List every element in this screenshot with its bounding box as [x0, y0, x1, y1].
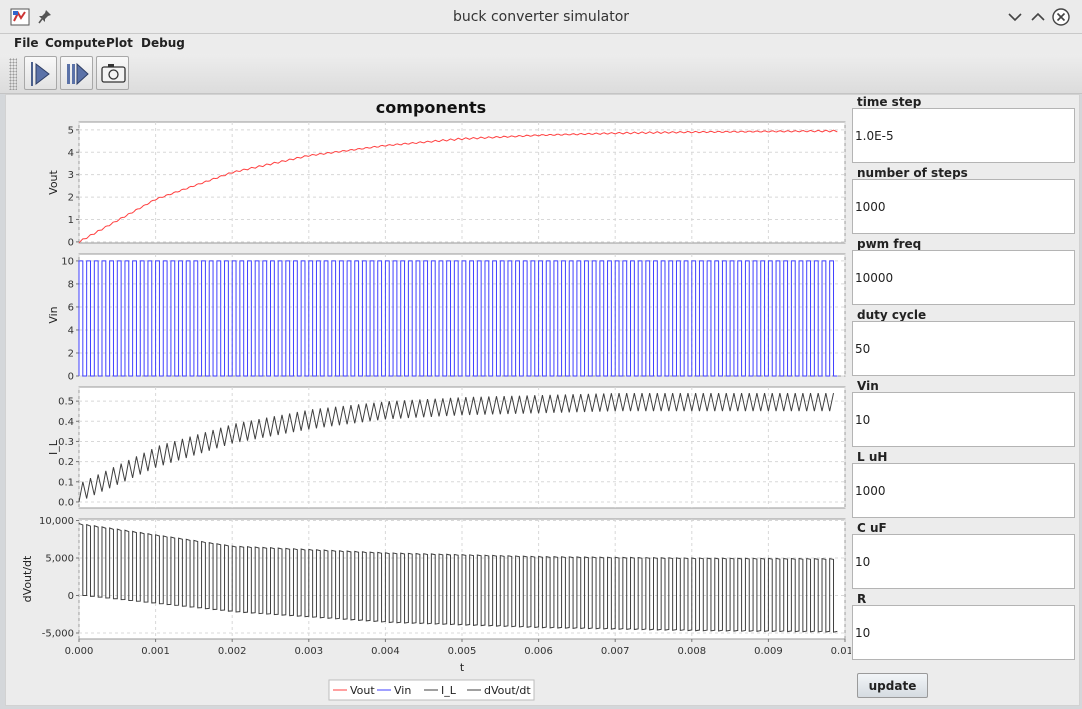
play-icon — [31, 62, 50, 86]
legend-label-3: dVout/dt — [484, 684, 531, 697]
y-tick-label: 0 — [68, 591, 74, 602]
param-label-6: C uF — [857, 521, 887, 535]
x-tick-label: 0.007 — [601, 646, 630, 657]
param-input-4[interactable] — [852, 392, 1075, 447]
step-button[interactable] — [60, 56, 93, 90]
param-input-7[interactable] — [852, 605, 1075, 660]
x-tick-label: 0.008 — [677, 646, 706, 657]
y-tick-label: 0.1 — [58, 477, 74, 488]
window-title: buck converter simulator — [452, 9, 630, 25]
y-tick-label: 10 — [61, 256, 74, 267]
y-axis-label: Vin — [47, 306, 60, 323]
x-tick-label: 0.009 — [754, 646, 783, 657]
menu-plot[interactable]: Plot — [106, 36, 133, 50]
toolbar — [0, 54, 1082, 94]
chart-title: components — [376, 98, 486, 117]
param-input-3[interactable] — [852, 321, 1075, 376]
y-tick-label: 0.4 — [58, 417, 74, 428]
y-axis-label: I_L — [47, 439, 60, 455]
y-tick-label: 6 — [68, 302, 74, 313]
y-tick-label: 0 — [68, 237, 74, 248]
x-tick-label: 0.001 — [141, 646, 170, 657]
param-label-1: number of steps — [857, 166, 968, 180]
minimize-icon[interactable] — [1006, 8, 1024, 26]
y-tick-label: 0.2 — [58, 457, 74, 468]
param-input-0[interactable] — [852, 108, 1075, 163]
chart-panel: components 0 1 2 3 4 5 Vout 0 2 4 6 8 10 Vin 0.0 0.1 0.2 0… — [6, 95, 851, 707]
param-label-3: duty cycle — [857, 308, 927, 322]
param-label-5: L uH — [857, 450, 888, 464]
menu-bar: File Compute Plot Debug — [0, 34, 1082, 54]
x-axis-label: t — [460, 661, 465, 674]
menu-file[interactable]: File — [14, 36, 39, 50]
param-input-5[interactable] — [852, 463, 1075, 518]
legend-label-2: I_L — [441, 684, 457, 697]
x-tick-label: 0.002 — [218, 646, 247, 657]
legend-label-0: Vout — [350, 684, 375, 697]
y-tick-label: 0.3 — [58, 437, 74, 448]
param-input-2[interactable] — [852, 250, 1075, 305]
step-forward-icon — [67, 62, 89, 86]
y-axis-label: Vout — [47, 169, 60, 194]
menu-debug[interactable]: Debug — [141, 36, 185, 50]
param-input-1[interactable] — [852, 179, 1075, 234]
menu-compute[interactable]: Compute — [45, 36, 106, 50]
y-tick-label: 8 — [68, 279, 74, 290]
x-tick-label: 0.006 — [524, 646, 553, 657]
param-label-7: R — [857, 592, 867, 606]
y-tick-label: -5,000 — [42, 629, 74, 640]
x-tick-label: 0.010 — [831, 646, 851, 657]
y-tick-label: 5,000 — [45, 554, 74, 565]
param-label-4: Vin — [857, 379, 879, 393]
toolbar-grip[interactable] — [9, 58, 17, 90]
x-tick-label: 0.000 — [65, 646, 94, 657]
close-icon[interactable] — [1052, 8, 1070, 26]
param-label-0: time step — [857, 95, 922, 109]
snapshot-button[interactable] — [96, 56, 129, 90]
update-button[interactable]: update — [857, 673, 928, 698]
x-tick-label: 0.005 — [448, 646, 477, 657]
y-tick-label: 1 — [68, 215, 74, 226]
y-tick-label: 0.5 — [58, 397, 74, 408]
y-tick-label: 0.0 — [58, 497, 74, 508]
y-tick-label: 2 — [68, 193, 74, 204]
components-chart: components 0 1 2 3 4 5 Vout 0 2 4 6 8 10 Vin 0.0 0.1 0.2 0… — [21, 98, 851, 701]
maximize-icon[interactable] — [1029, 8, 1047, 26]
x-tick-label: 0.004 — [371, 646, 400, 657]
title-bar: buck converter simulator — [0, 0, 1082, 34]
camera-icon — [101, 64, 126, 83]
y-tick-label: 4 — [68, 325, 74, 336]
y-axis-label: dVout/dt — [21, 555, 34, 602]
y-tick-label: 2 — [68, 348, 74, 359]
y-tick-label: 10,000 — [39, 516, 74, 527]
y-tick-label: 4 — [68, 148, 74, 159]
legend-label-1: Vin — [394, 684, 411, 697]
run-button[interactable] — [24, 56, 57, 90]
param-label-2: pwm freq — [857, 237, 922, 251]
y-tick-label: 3 — [68, 170, 74, 181]
x-tick-label: 0.003 — [294, 646, 323, 657]
y-tick-label: 0 — [68, 372, 74, 383]
y-tick-label: 5 — [68, 125, 74, 136]
param-input-6[interactable] — [852, 534, 1075, 589]
